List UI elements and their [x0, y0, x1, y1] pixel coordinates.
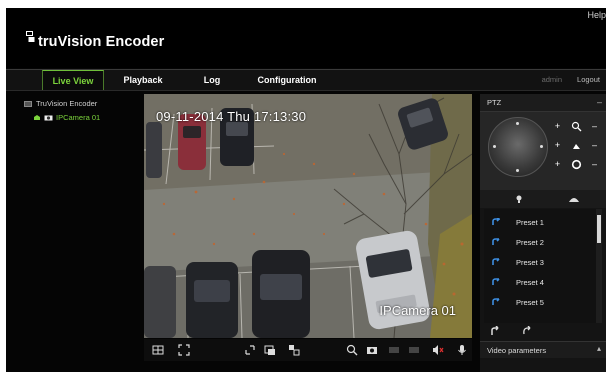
- microphone-icon[interactable]: [456, 344, 468, 356]
- osd-timestamp: 09-11-2014 Thu 17:13:30: [156, 109, 307, 124]
- preset-label: Preset 1: [516, 217, 544, 227]
- ptz-panel: PTZ – + – + – + – Preset 1 Preset 2 Pres…: [480, 94, 606, 372]
- camera-feed-image: [144, 94, 472, 338]
- iris-controls: + –: [552, 157, 600, 171]
- preset-item[interactable]: Preset 2: [484, 232, 596, 252]
- main-nav: Live View Playback Log Configuration adm…: [6, 69, 606, 91]
- focus-far-icon[interactable]: –: [589, 140, 600, 151]
- window-icon[interactable]: [264, 344, 276, 356]
- app-title: truVision Encoder: [38, 34, 165, 50]
- patrol-icon[interactable]: [522, 326, 532, 336]
- iris-open-icon[interactable]: +: [552, 159, 563, 170]
- multi-view-icon[interactable]: [288, 344, 300, 356]
- help-link[interactable]: Help: [587, 10, 606, 20]
- preset-item[interactable]: Preset 5: [484, 292, 596, 312]
- header: truVision Encoder Help: [6, 8, 606, 68]
- tab-log[interactable]: Log: [200, 70, 224, 90]
- record-icon[interactable]: [388, 344, 400, 356]
- ptz-header: PTZ –: [480, 94, 606, 112]
- tree-camera-label: IPCamera 01: [56, 113, 101, 122]
- ptz-control-area: + – + – + –: [480, 112, 606, 202]
- preset-actions: [484, 324, 602, 338]
- magnifier-icon: [571, 121, 581, 131]
- iris-close-icon[interactable]: –: [589, 159, 600, 170]
- preset-scrollbar[interactable]: [596, 209, 602, 323]
- ptz-title: PTZ: [487, 98, 502, 107]
- device-tree-panel: TruVision Encoder IPCamera 01: [6, 92, 144, 372]
- tree-root-label: TruVision Encoder: [36, 99, 98, 108]
- preset-label: Preset 2: [516, 237, 544, 247]
- focus-icon: [572, 143, 580, 149]
- video-parameters-label: Video parameters: [487, 346, 547, 355]
- ptz-joystick[interactable]: [488, 117, 548, 177]
- preset-label: Preset 3: [516, 257, 544, 267]
- stop-icon[interactable]: [408, 344, 420, 356]
- camera-status-icon: [34, 115, 40, 120]
- volume-mute-icon[interactable]: [432, 344, 444, 356]
- preset-arrow-icon: [492, 218, 500, 225]
- preset-arrow-icon: [492, 258, 500, 265]
- tree-root-device[interactable]: TruVision Encoder: [24, 99, 97, 108]
- snapshot-icon[interactable]: [366, 344, 378, 356]
- iris-icon: [571, 159, 581, 169]
- preset-label: Preset 5: [516, 297, 544, 307]
- device-icon: [24, 100, 32, 107]
- pan-down-icon[interactable]: [516, 169, 519, 172]
- zoom-out-icon[interactable]: –: [589, 121, 600, 132]
- ptz-aux-row: [480, 190, 606, 208]
- focus-near-icon[interactable]: +: [552, 140, 563, 151]
- light-icon[interactable]: [514, 194, 524, 204]
- zoom-controls: + –: [552, 119, 600, 133]
- preset-item[interactable]: Preset 1: [484, 212, 596, 232]
- camera-icon: [44, 115, 53, 121]
- preset-label: Preset 4: [516, 277, 544, 287]
- pan-right-icon[interactable]: [540, 145, 543, 148]
- pan-up-icon[interactable]: [516, 122, 519, 125]
- video-toolbar: [144, 339, 472, 361]
- preset-list: Preset 1 Preset 2 Preset 3 Preset 4 Pres…: [484, 209, 602, 323]
- current-user: admin: [541, 75, 562, 84]
- layout-icon[interactable]: [152, 344, 164, 356]
- video-parameters-bar[interactable]: Video parameters ▴: [480, 341, 606, 358]
- minus-icon[interactable]: –: [597, 97, 602, 107]
- tree-camera-item[interactable]: IPCamera 01: [33, 113, 100, 122]
- call-preset-icon[interactable]: [490, 326, 500, 336]
- pan-left-icon[interactable]: [493, 145, 496, 148]
- wiper-icon[interactable]: [568, 194, 580, 204]
- preset-item[interactable]: Preset 4: [484, 272, 596, 292]
- focus-controls: + –: [552, 138, 600, 152]
- app-window: truVision Encoder Help Live View Playbac…: [6, 8, 606, 372]
- app-logo: truVision Encoder: [26, 31, 165, 50]
- tab-playback[interactable]: Playback: [118, 70, 168, 90]
- preset-item[interactable]: Preset 3: [484, 252, 596, 272]
- live-video-viewport[interactable]: 09-11-2014 Thu 17:13:30 IPCamera 01: [144, 94, 472, 338]
- preset-arrow-icon: [492, 238, 500, 245]
- tab-live-view[interactable]: Live View: [42, 70, 104, 90]
- tab-configuration[interactable]: Configuration: [254, 70, 320, 90]
- fullscreen-icon[interactable]: [178, 344, 190, 356]
- osd-camera-name: IPCamera 01: [379, 303, 456, 318]
- zoom-icon[interactable]: [346, 344, 358, 356]
- aspect-icon[interactable]: [244, 344, 256, 356]
- logo-mark-icon: [26, 31, 35, 42]
- zoom-in-icon[interactable]: +: [552, 121, 563, 132]
- logout-link[interactable]: Logout: [577, 70, 600, 90]
- chevron-up-icon[interactable]: ▴: [597, 344, 601, 353]
- preset-scroll-thumb[interactable]: [597, 215, 601, 243]
- preset-arrow-icon: [492, 298, 500, 305]
- preset-arrow-icon: [492, 278, 500, 285]
